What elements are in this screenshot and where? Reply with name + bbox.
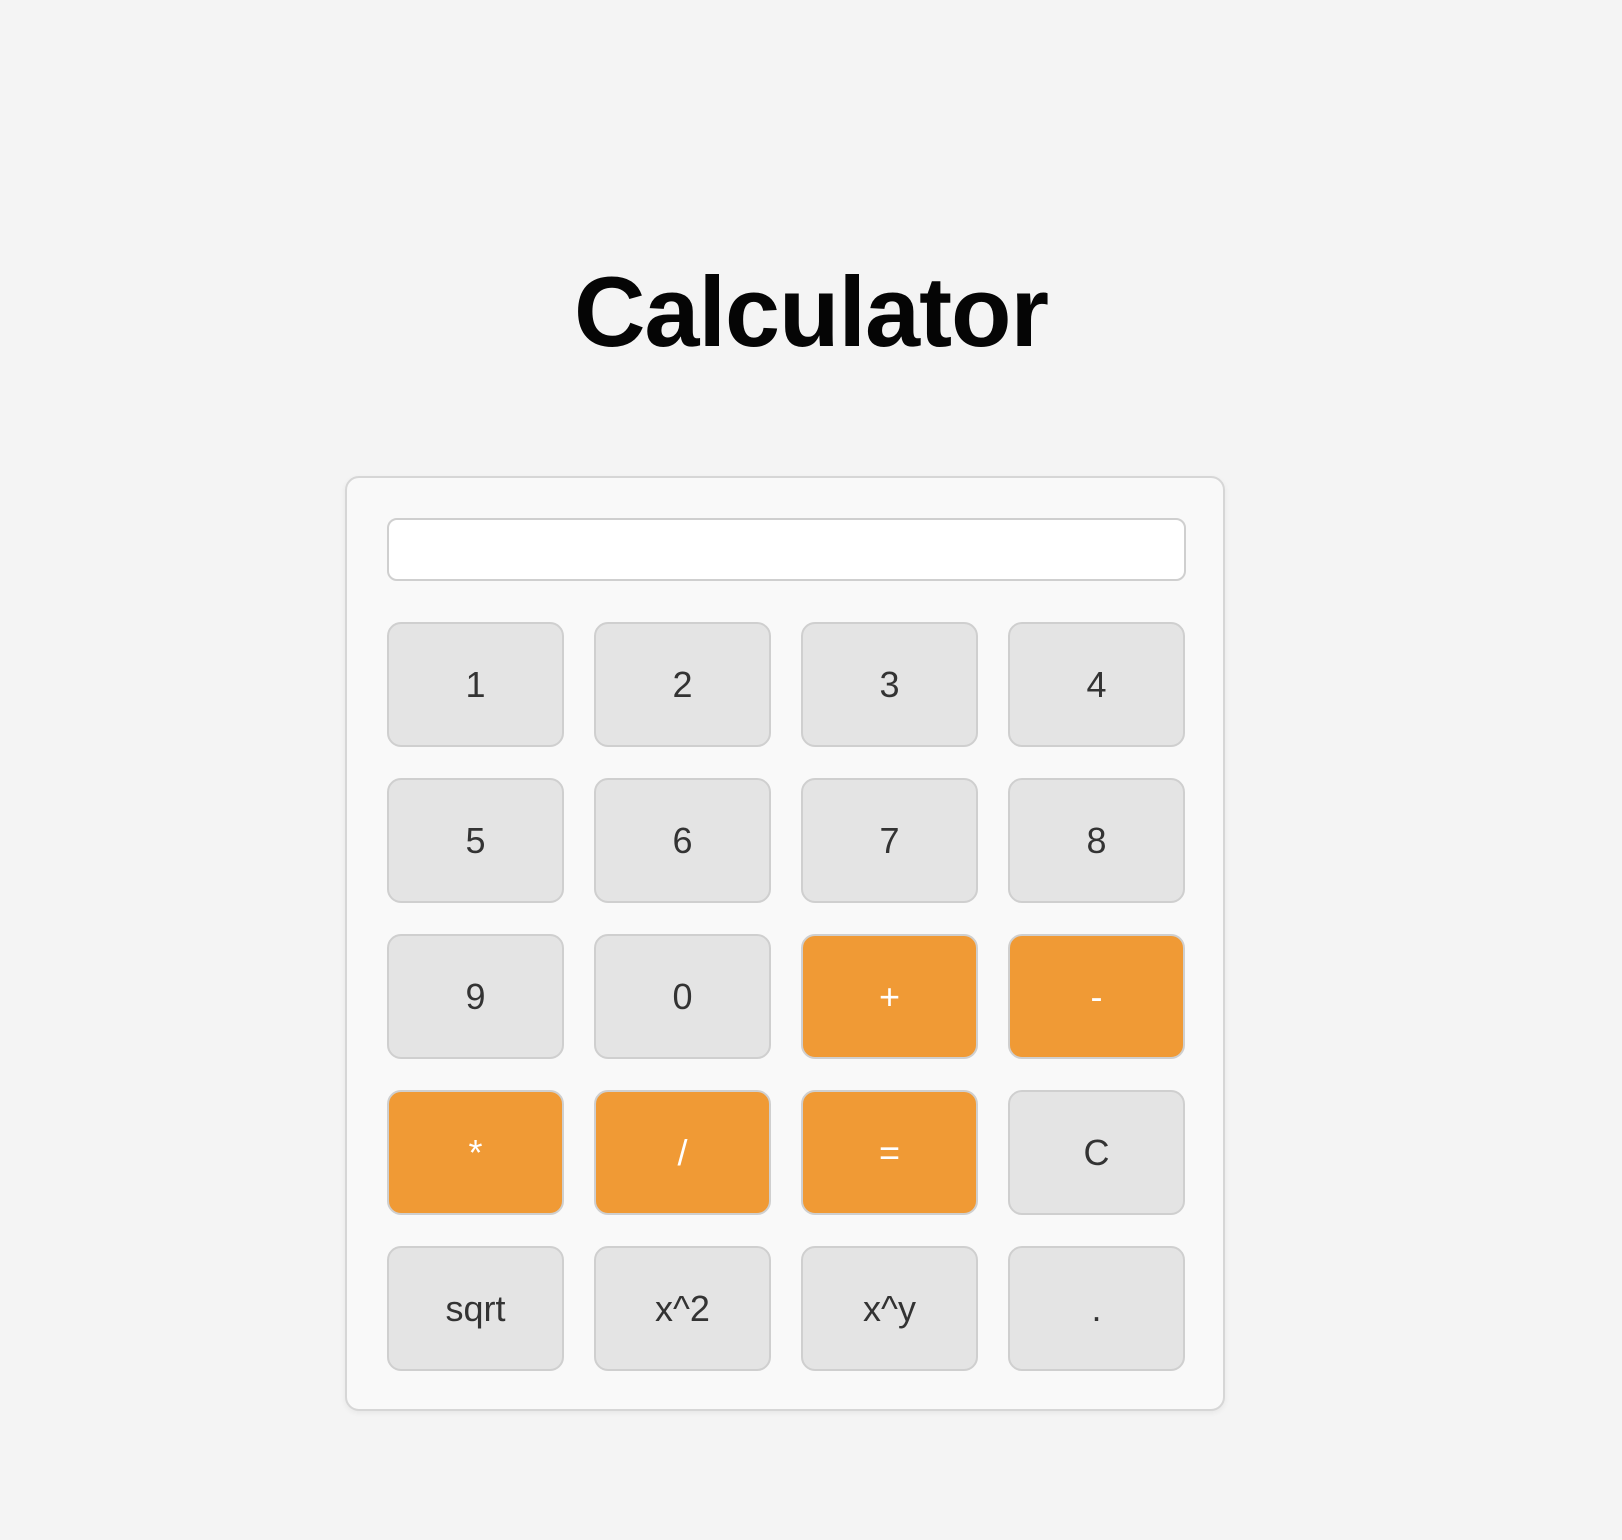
add-button[interactable]: + [801,934,978,1059]
calculator-display[interactable] [387,518,1186,581]
equals-button[interactable]: = [801,1090,978,1215]
key-0-button[interactable]: 0 [594,934,771,1059]
key-7-button[interactable]: 7 [801,778,978,903]
key-5-button[interactable]: 5 [387,778,564,903]
decimal-button[interactable]: . [1008,1246,1185,1371]
square-button[interactable]: x^2 [594,1246,771,1371]
multiply-button[interactable]: * [387,1090,564,1215]
key-2-button[interactable]: 2 [594,622,771,747]
key-1-button[interactable]: 1 [387,622,564,747]
divide-button[interactable]: / [594,1090,771,1215]
subtract-button[interactable]: - [1008,934,1185,1059]
key-4-button[interactable]: 4 [1008,622,1185,747]
key-3-button[interactable]: 3 [801,622,978,747]
page-title: Calculator [573,256,1049,367]
key-8-button[interactable]: 8 [1008,778,1185,903]
clear-button[interactable]: C [1008,1090,1185,1215]
key-6-button[interactable]: 6 [594,778,771,903]
calculator-panel: 1 2 3 4 5 6 7 8 9 0 + - * / = Csqrt x^2 x^y. [345,476,1225,1411]
key-9-button[interactable]: 9 [387,934,564,1059]
power-button[interactable]: x^y [801,1246,978,1371]
sqrt-button[interactable]: sqrt [387,1246,564,1371]
keypad: 1 2 3 4 5 6 7 8 9 0 + - * / = Csqrt x^2 x^y. [387,622,1185,1371]
